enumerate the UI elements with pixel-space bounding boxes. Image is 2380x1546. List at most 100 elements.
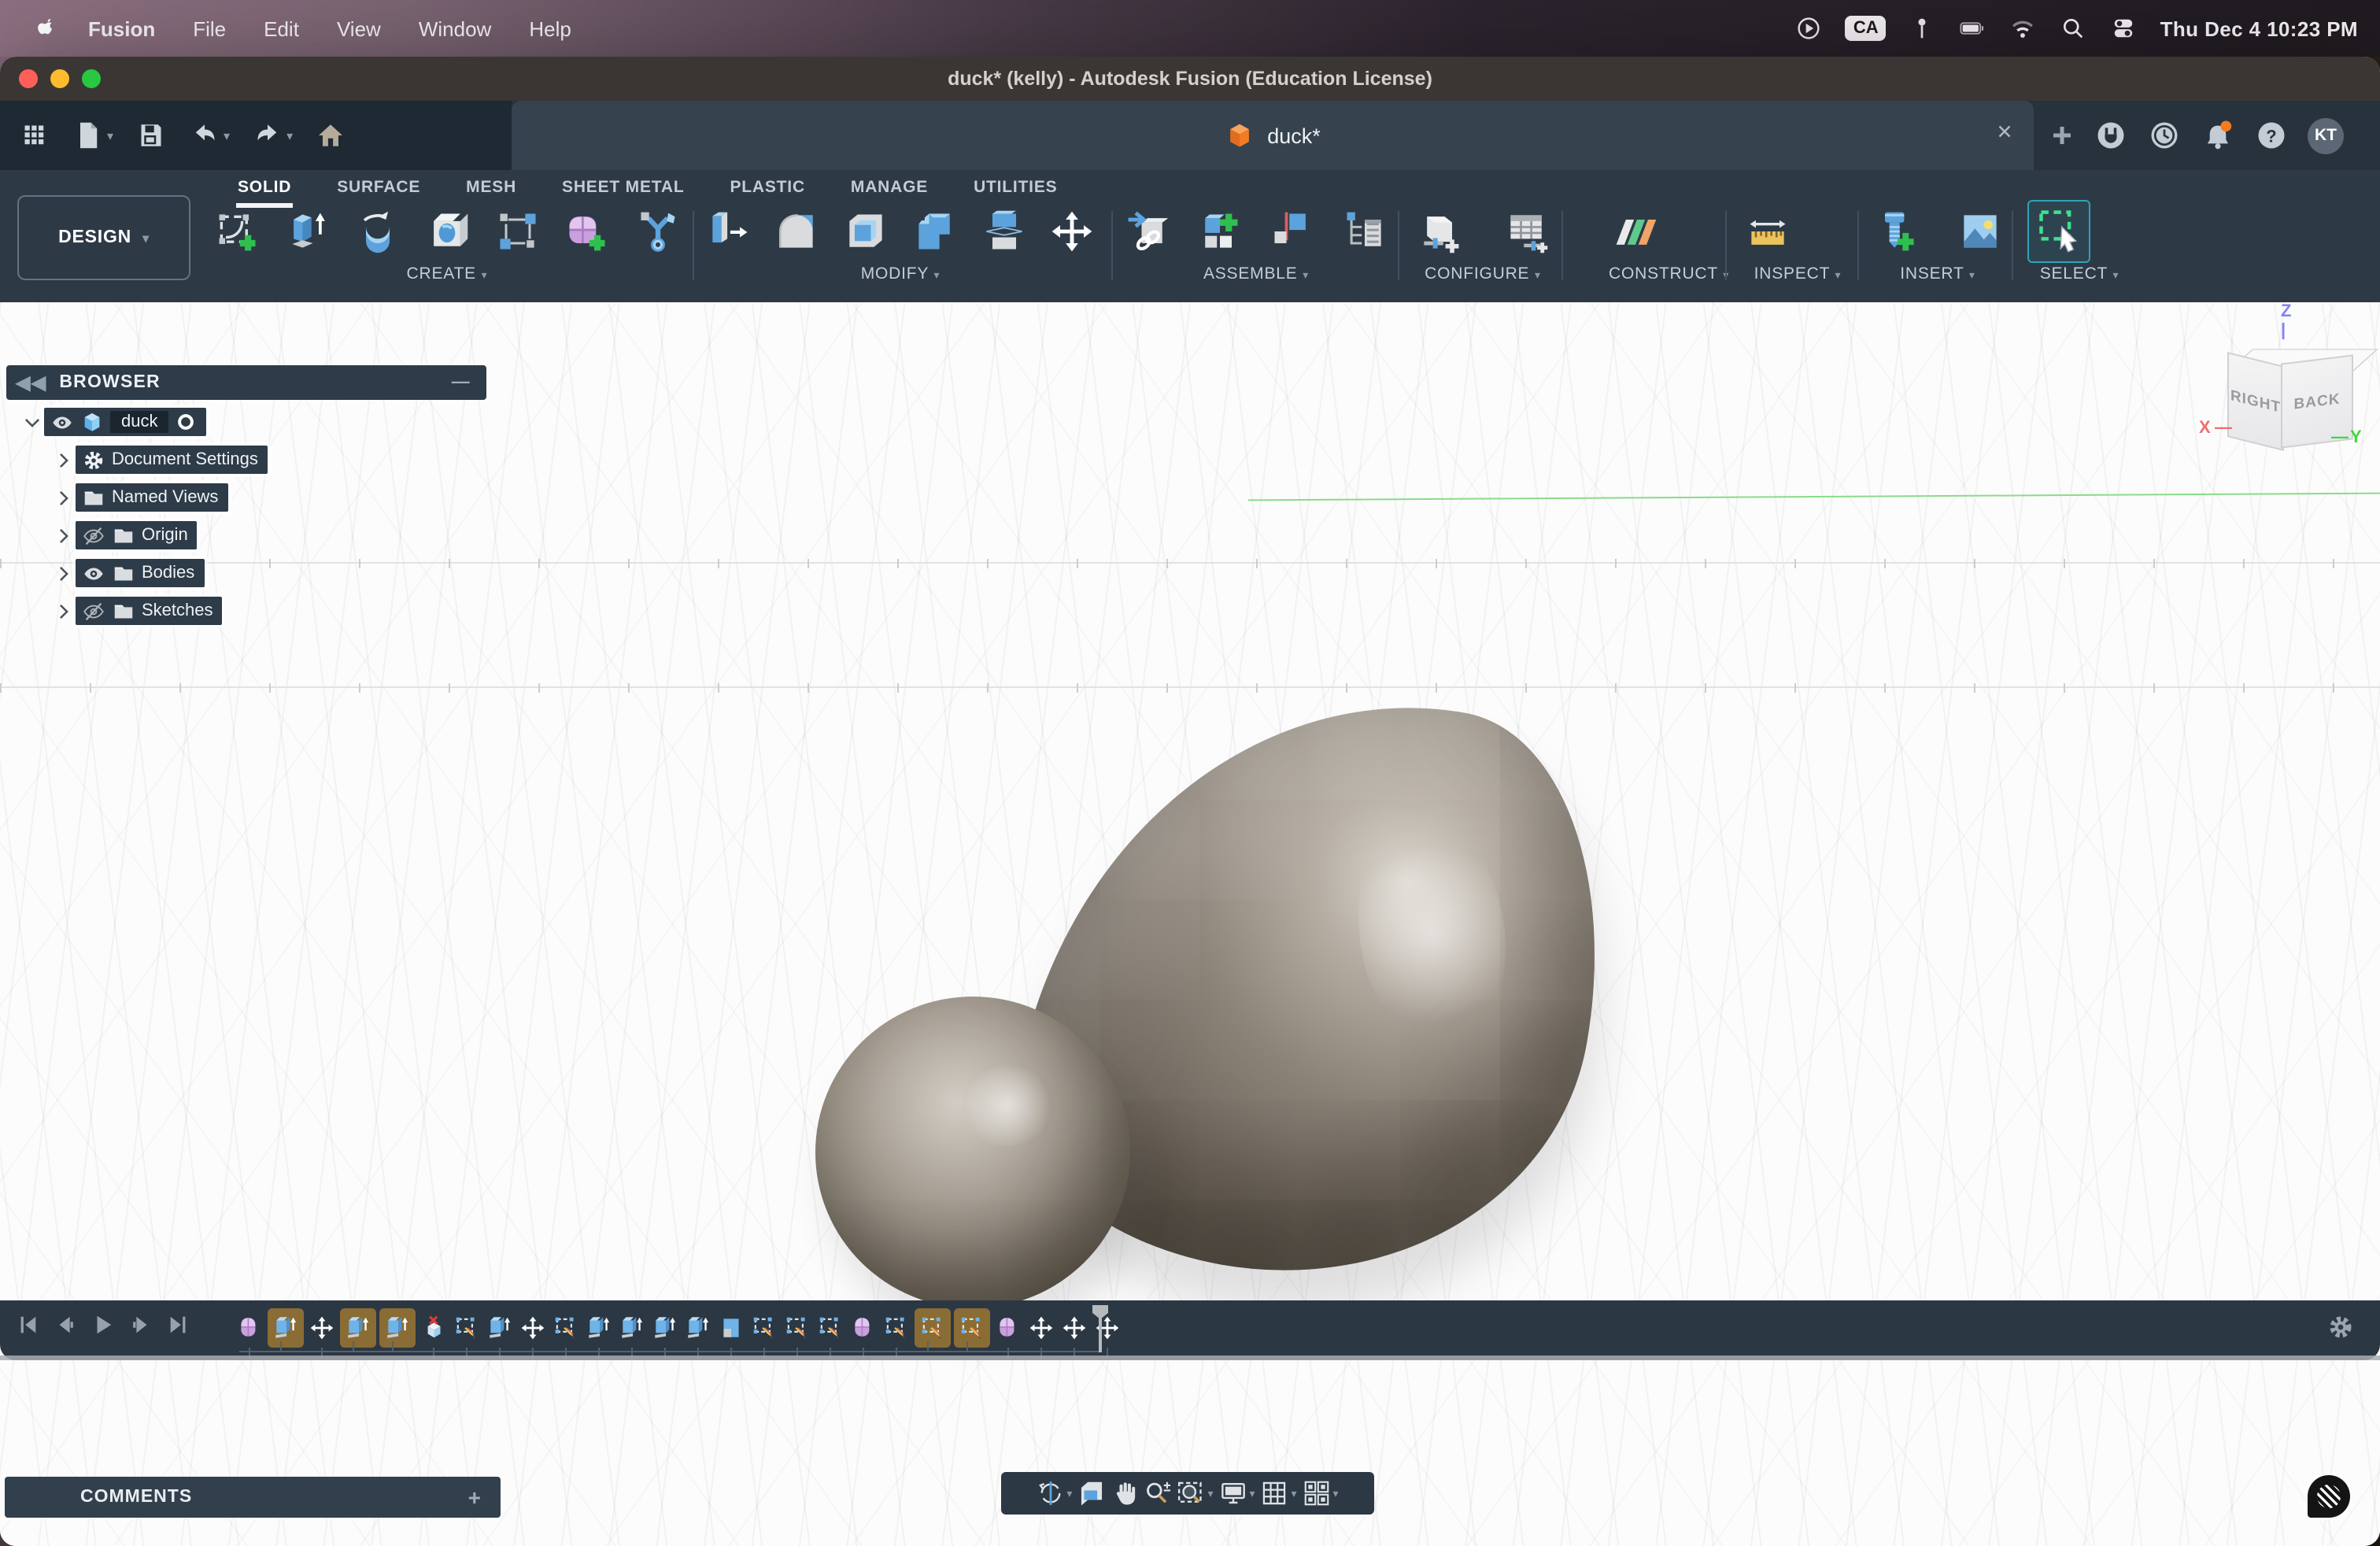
group-label-select[interactable]: SELECT ▾ (2027, 264, 2131, 283)
create-form-tool[interactable] (561, 205, 613, 257)
fillet-tool[interactable] (771, 205, 823, 257)
nav-viewports-tool[interactable]: ▾ (1302, 1478, 1340, 1508)
timeline-feature-form[interactable] (850, 1314, 877, 1341)
timeline-feature-extrude[interactable] (379, 1307, 416, 1347)
expander-chevron-right-icon[interactable] (50, 487, 76, 508)
browser-row-named-views[interactable]: Named Views (50, 483, 227, 512)
menu-item-edit[interactable]: Edit (245, 17, 318, 40)
comments-bar[interactable]: COMMENTS + (5, 1477, 501, 1518)
document-tab-duck[interactable]: duck* (512, 101, 2034, 170)
tree-item-label[interactable]: Sketches (142, 601, 213, 620)
app-grid-button[interactable] (13, 115, 57, 156)
nav-fit-tool[interactable]: ▾ (1176, 1478, 1214, 1508)
timeline-feature-extrude[interactable] (268, 1307, 304, 1347)
wifi-status-icon[interactable] (2009, 14, 2038, 43)
group-label-create[interactable]: CREATE ▾ (211, 264, 683, 283)
tree-item-label[interactable]: Bodies (142, 564, 194, 583)
menu-bar-clock[interactable]: Thu Dec 4 10:23 PM (2160, 17, 2358, 40)
battery-status-icon[interactable] (1959, 14, 1987, 43)
browser-header[interactable]: ◀◀ BROWSER — (6, 365, 486, 400)
save-button[interactable] (129, 115, 173, 156)
browser-row-sketches[interactable]: Sketches (50, 597, 223, 625)
component-tree-tool[interactable] (1340, 205, 1391, 257)
timeline-feature-primitive-error[interactable] (420, 1314, 447, 1341)
home-button[interactable] (309, 115, 353, 156)
timeline-feature-extrude[interactable] (340, 1307, 376, 1347)
timeline-feature-move[interactable] (309, 1314, 335, 1341)
timeline-playhead[interactable] (1092, 1305, 1108, 1352)
combine-tool[interactable] (909, 205, 961, 257)
browser-row-document-settings[interactable]: Document Settings (50, 446, 268, 474)
timeline-feature-form[interactable] (236, 1314, 263, 1341)
expander-chevron-right-icon[interactable] (50, 525, 76, 546)
revolve-tool[interactable] (351, 205, 403, 257)
input-source-badge[interactable]: CA (1846, 16, 1887, 41)
timeline-feature-sketch[interactable] (552, 1314, 579, 1341)
shell-tool[interactable] (840, 205, 892, 257)
control-center-status-icon[interactable] (2110, 14, 2138, 43)
step-forward-button[interactable] (129, 1311, 153, 1340)
configuration-tool[interactable] (1414, 205, 1465, 257)
timeline-feature-sketch[interactable] (453, 1314, 480, 1341)
move-copy-tool[interactable] (1047, 205, 1099, 257)
timeline-feature-sketch[interactable] (817, 1314, 844, 1341)
notifications-button[interactable] (2201, 118, 2235, 153)
expander-chevron-right-icon[interactable] (50, 449, 76, 470)
extrude-tool[interactable] (281, 205, 333, 257)
timeline-feature-extrude[interactable] (652, 1314, 678, 1341)
nav-pan-tool[interactable] (1110, 1478, 1140, 1508)
undo-button[interactable]: ▾ (183, 115, 236, 156)
workspace-selector[interactable]: DESIGN ▾ (17, 195, 190, 280)
eye-off-visibility-icon[interactable] (82, 523, 105, 547)
play-circle-status-icon[interactable] (1795, 14, 1824, 43)
browser-row-origin[interactable]: Origin (50, 521, 198, 549)
timeline-feature-sketch[interactable] (883, 1314, 910, 1341)
timeline-feature-form[interactable] (995, 1314, 1022, 1341)
timeline-feature-sketch-plane[interactable] (718, 1314, 745, 1341)
group-label-construct[interactable]: CONSTRUCT ▾ (1609, 264, 1722, 283)
nav-display-settings-tool[interactable]: ▾ (1218, 1478, 1256, 1508)
create-sketch-tool[interactable] (211, 205, 263, 257)
nav-zoom-tool[interactable] (1143, 1478, 1173, 1508)
menu-app-name[interactable]: Fusion (69, 17, 174, 40)
browser-row-duck[interactable]: duck (19, 408, 207, 436)
collapse-panel-icon[interactable]: ◀◀ (6, 372, 59, 394)
pattern-tool[interactable] (491, 205, 543, 257)
split-body-tool[interactable] (978, 205, 1029, 257)
eye-off-visibility-icon[interactable] (82, 599, 105, 623)
menu-item-view[interactable]: View (318, 17, 400, 40)
eye-visibility-icon[interactable] (50, 410, 74, 434)
play-button[interactable] (91, 1311, 115, 1340)
construction-planes-tool[interactable] (1609, 205, 1661, 257)
measure-tool[interactable] (1741, 205, 1793, 257)
view-cube-right-face[interactable]: RIGHT (2227, 352, 2284, 451)
expander-chevron-down-icon[interactable] (19, 412, 44, 432)
timeline-feature-extrude[interactable] (486, 1314, 513, 1341)
timeline-feature-sketch[interactable] (751, 1314, 778, 1341)
close-tab-icon[interactable] (1994, 118, 2015, 142)
apple-menu-icon[interactable] (22, 15, 69, 42)
menu-item-file[interactable]: File (174, 17, 245, 40)
activate-radio-icon[interactable] (176, 411, 198, 433)
pin-status-icon[interactable] (1909, 14, 1937, 43)
step-back-button[interactable] (54, 1311, 77, 1340)
tree-item-label[interactable]: Origin (142, 526, 188, 545)
press-pull-tool[interactable] (702, 205, 754, 257)
derive-tool[interactable] (631, 205, 683, 257)
expander-chevron-right-icon[interactable] (50, 563, 76, 583)
new-document-button[interactable]: ▾ (66, 115, 120, 156)
timeline-feature-extrude[interactable] (619, 1314, 645, 1341)
insert-tool[interactable] (1121, 205, 1173, 257)
model-head[interactable] (815, 997, 1130, 1308)
insert-fastener-tool[interactable] (1870, 205, 1922, 257)
eye-visibility-icon[interactable] (82, 561, 105, 585)
tree-item-label[interactable]: duck (110, 411, 169, 433)
timeline-feature-sketch[interactable] (915, 1307, 951, 1347)
tree-item-label[interactable]: Document Settings (112, 450, 258, 469)
timeline-feature-move[interactable] (1061, 1314, 1088, 1341)
add-comment-button[interactable]: + (468, 1485, 501, 1510)
timeline-feature-extrude[interactable] (586, 1314, 612, 1341)
nav-look-at-tool[interactable] (1077, 1478, 1107, 1508)
menu-item-help[interactable]: Help (510, 17, 590, 40)
select-tool-tool[interactable] (2027, 200, 2090, 263)
